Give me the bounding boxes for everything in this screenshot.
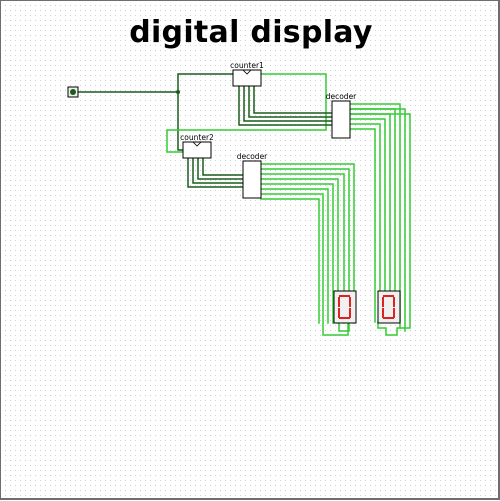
display-right[interactable]	[377, 290, 401, 324]
counter1-output-bus	[238, 85, 333, 126]
display-left[interactable]	[333, 290, 357, 324]
circuit-canvas[interactable]: digital display counter1 counter2 decode…	[0, 0, 500, 500]
circuit-diagram: counter1 counter2 decoder decoder	[67, 61, 411, 336]
clock-source-icon[interactable]	[67, 86, 79, 98]
junction-dot	[176, 90, 180, 94]
decoder-bottom-label: decoder	[237, 152, 268, 161]
counter2-chip[interactable]: counter2	[180, 133, 214, 159]
counter1-chip[interactable]: counter1	[230, 61, 264, 87]
counter2-label: counter2	[180, 133, 214, 142]
decoder-top-chip[interactable]: decoder	[326, 92, 357, 139]
counter1-label: counter1	[230, 61, 264, 70]
decoder-top-label: decoder	[326, 92, 357, 101]
counter2-output-bus	[187, 157, 244, 188]
